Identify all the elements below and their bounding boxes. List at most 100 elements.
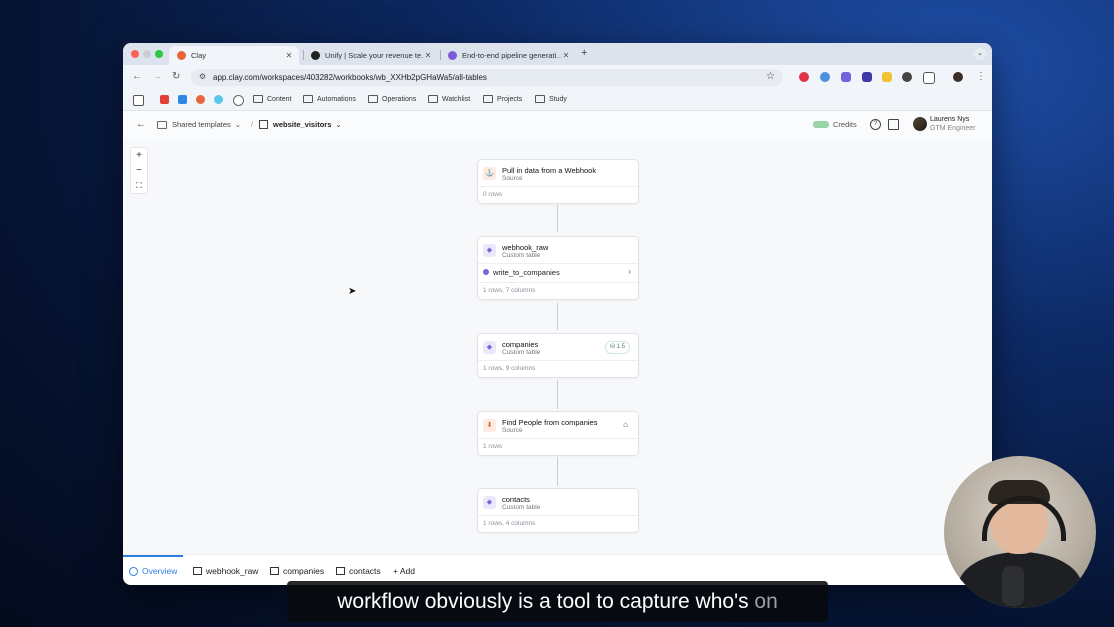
zoom-controls: + − ⛶ xyxy=(130,147,148,194)
folder-icon xyxy=(253,95,263,103)
archive-icon[interactable] xyxy=(888,119,899,130)
footer-tab-overview[interactable]: Overview xyxy=(129,566,177,576)
calendar-icon[interactable] xyxy=(178,95,187,104)
node-subtitle: Custom table xyxy=(502,504,541,511)
chevron-down-icon: ⌄ xyxy=(335,120,342,129)
new-tab-icon[interactable]: + xyxy=(581,47,587,59)
pipeline-favicon-icon xyxy=(448,51,457,60)
tab-pipeline[interactable]: End-to-end pipeline generati… ✕ xyxy=(440,46,576,65)
help-icon[interactable]: ? xyxy=(870,119,881,130)
credits-button[interactable]: Credits xyxy=(813,120,857,129)
node-meta: 1 rows xyxy=(483,443,503,450)
node-title: Find People from companies xyxy=(502,418,598,427)
extension-red-icon[interactable] xyxy=(799,72,809,82)
browser-toolbar: ← → ↻ ⚙ app.clay.com/workspaces/403282/w… xyxy=(123,65,992,90)
browser-menu-icon[interactable]: ⋮ xyxy=(976,71,986,82)
extension-yellow-icon[interactable] xyxy=(882,72,892,82)
address-bar[interactable]: ⚙ app.clay.com/workspaces/403282/workboo… xyxy=(191,69,783,86)
video-caption: workflow obviously is a tool to capture … xyxy=(287,581,828,622)
chevron-down-icon: ⌄ xyxy=(234,120,242,129)
clay-bookmark-icon[interactable] xyxy=(196,95,205,104)
node-title: companies xyxy=(502,340,539,349)
browser-window: Clay ✕ Unify | Scale your revenue te… ✕ … xyxy=(123,43,992,585)
bookmark-operations[interactable]: Operations xyxy=(368,95,416,103)
back-arrow-icon[interactable]: ← xyxy=(132,71,142,82)
node-subtitle: Source xyxy=(502,175,523,182)
node-meta: 1 rows, 7 columns xyxy=(483,287,536,294)
node-contacts[interactable]: ◆ contacts Custom table 1 rows, 4 column… xyxy=(477,488,639,533)
table-icon xyxy=(270,567,279,575)
active-tab-indicator xyxy=(123,555,183,557)
tab-search-chevron-icon[interactable]: ⌄ xyxy=(974,48,986,60)
user-name: Laurens Nys xyxy=(930,116,970,123)
reload-icon[interactable]: ↻ xyxy=(172,71,180,82)
folder-icon xyxy=(157,120,167,129)
node-meta: 1 rows, 4 columns xyxy=(483,520,536,527)
zoom-out-icon[interactable]: − xyxy=(131,163,147,178)
extension-blue-icon[interactable] xyxy=(820,72,830,82)
footer-tab-webhook-raw[interactable]: webhook_raw xyxy=(193,566,258,576)
extension-purple-icon[interactable] xyxy=(841,72,851,82)
zoom-in-icon[interactable]: + xyxy=(131,148,147,163)
node-subtitle: Custom table xyxy=(502,349,541,356)
node-meta: 1 rows, 9 columns xyxy=(483,365,536,372)
forward-arrow-icon[interactable]: → xyxy=(152,71,162,82)
credits-cost-badge: ⛁ 1.5 xyxy=(604,341,630,354)
table-icon xyxy=(193,567,202,575)
overview-icon xyxy=(129,566,138,576)
node-find-people[interactable]: ⬇ Find People from companies Source ⌂ 1 … xyxy=(477,411,639,456)
folder-icon xyxy=(303,95,313,103)
minimize-window-button[interactable] xyxy=(143,50,151,58)
gmail-icon[interactable] xyxy=(160,95,169,104)
bookmark-automations[interactable]: Automations xyxy=(303,95,356,103)
workflow-canvas[interactable]: + − ⛶ ➤ ⚓ Pull in data from a Webhook So… xyxy=(123,139,992,554)
node-meta: 0 rows xyxy=(483,191,503,198)
building-icon: ⌂ xyxy=(623,420,628,429)
microphone-icon xyxy=(1002,566,1024,606)
write-to-companies-link[interactable]: write_to_companies › xyxy=(478,264,638,283)
node-title: webhook_raw xyxy=(502,243,549,252)
breadcrumb-parent[interactable]: Shared templates ⌄ xyxy=(157,120,241,129)
footer-tab-contacts[interactable]: contacts xyxy=(336,566,381,576)
table-cube-icon: ◆ xyxy=(483,496,496,509)
bookmark-content[interactable]: Content xyxy=(253,95,292,103)
tab-unify[interactable]: Unify | Scale your revenue te… ✕ xyxy=(303,46,438,65)
add-table-button[interactable]: + Add xyxy=(393,566,415,576)
apps-grid-icon[interactable] xyxy=(133,95,144,106)
extension-badge-icon[interactable] xyxy=(862,72,872,82)
app-back-arrow-icon[interactable]: ← xyxy=(136,119,146,130)
node-companies[interactable]: ◆ companies Custom table ⛁ 1.5 1 rows, 9… xyxy=(477,333,639,378)
bookmark-study[interactable]: Study xyxy=(535,95,567,103)
close-tab-icon[interactable]: ✕ xyxy=(561,51,571,60)
tab-clay[interactable]: Clay ✕ xyxy=(169,46,299,65)
coins-icon: ⛁ xyxy=(609,344,617,350)
node-webhook-raw[interactable]: ◆ webhook_raw Custom table write_to_comp… xyxy=(477,236,639,300)
url-text: app.clay.com/workspaces/403282/workbooks… xyxy=(213,73,487,82)
bookmark-watchlist[interactable]: Watchlist xyxy=(428,95,470,103)
close-tab-icon[interactable]: ✕ xyxy=(423,51,433,60)
profile-avatar-icon[interactable] xyxy=(953,72,963,82)
close-tab-icon[interactable]: ✕ xyxy=(284,51,294,60)
bookmarks-bar: Content Automations Operations Watchlist… xyxy=(123,90,992,111)
bookmark-star-icon[interactable]: ☆ xyxy=(766,71,775,82)
fit-view-icon[interactable]: ⛶ xyxy=(131,178,147,193)
user-avatar[interactable] xyxy=(913,117,927,131)
flow-connector xyxy=(557,380,558,409)
flow-connector xyxy=(557,457,558,486)
node-webhook-source[interactable]: ⚓ Pull in data from a Webhook Source 0 r… xyxy=(477,159,639,204)
folder-icon xyxy=(535,95,545,103)
site-info-icon[interactable]: ⚙ xyxy=(199,72,206,81)
folder-icon xyxy=(483,95,493,103)
breadcrumb-current[interactable]: website_visitors ⌄ xyxy=(259,120,342,129)
maximize-window-button[interactable] xyxy=(155,50,163,58)
extension-dark-icon[interactable] xyxy=(902,72,912,82)
import-icon: ⬇ xyxy=(483,419,496,432)
extensions-puzzle-icon[interactable] xyxy=(923,72,935,84)
bookmark-projects[interactable]: Projects xyxy=(483,95,522,103)
settings-bookmark-icon[interactable] xyxy=(233,95,244,106)
unify-favicon-icon xyxy=(311,51,320,60)
footer-tab-companies[interactable]: companies xyxy=(270,566,324,576)
close-window-button[interactable] xyxy=(131,50,139,58)
react-bookmark-icon[interactable] xyxy=(214,95,223,104)
flow-connector xyxy=(557,205,558,232)
